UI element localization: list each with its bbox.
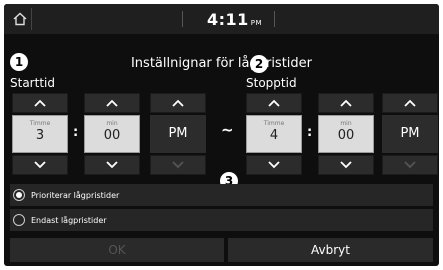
range-separator: ~ [221, 121, 234, 139]
clock-time: 4:11 [207, 10, 249, 29]
option-prioritize-low-price[interactable]: Prioriterar lågpristider [10, 184, 433, 206]
stop-minute-caption: min [340, 120, 352, 127]
start-hour-value: 3 [35, 128, 45, 143]
stop-period-down-button[interactable] [382, 155, 438, 175]
start-hour-field[interactable]: Timme 3 [12, 115, 68, 153]
stop-period-value[interactable]: PM [382, 115, 438, 153]
option-label: Endast lågpristider [31, 215, 107, 225]
start-minute-down-button[interactable] [84, 155, 140, 175]
ok-button[interactable]: OK [10, 238, 224, 262]
option-only-low-price[interactable]: Endast lågpristider [10, 209, 433, 231]
start-period-down-button[interactable] [150, 155, 206, 175]
status-divider [182, 11, 183, 27]
status-bar: 4:11 PM [4, 4, 439, 34]
chevron-up-icon [106, 99, 118, 107]
chevron-down-icon [340, 161, 352, 169]
chevron-up-icon [340, 99, 352, 107]
chevron-down-icon [172, 161, 184, 169]
home-icon [13, 12, 27, 26]
start-minute-caption: min [106, 120, 118, 127]
start-hour-down-button[interactable] [12, 155, 68, 175]
callout-1: 1 [10, 53, 28, 71]
stop-minute-field[interactable]: min 00 [318, 115, 374, 153]
start-minute-field[interactable]: min 00 [84, 115, 140, 153]
start-hour-caption: Timme [29, 120, 51, 127]
charging-time-screen: 4:11 PM Inställnignar för lågpristider 1 … [4, 4, 439, 266]
stop-time-colon: : [307, 125, 313, 140]
callout-2: 2 [250, 55, 268, 73]
stop-time-label: Stopptid [246, 76, 297, 90]
start-period-up-button[interactable] [150, 93, 206, 113]
chevron-down-icon [106, 161, 118, 169]
chevron-up-icon [268, 99, 280, 107]
stop-period-up-button[interactable] [382, 93, 438, 113]
clock-ampm: PM [250, 19, 263, 27]
start-minute-value: 00 [103, 128, 121, 143]
stop-minute-down-button[interactable] [318, 155, 374, 175]
cancel-button[interactable]: Avbryt [228, 238, 433, 262]
radio-selected-icon [13, 189, 25, 201]
stop-minute-up-button[interactable] [318, 93, 374, 113]
home-button[interactable] [8, 8, 32, 30]
chevron-up-icon [404, 99, 416, 107]
stop-hour-field[interactable]: Timme 4 [246, 115, 302, 153]
chevron-up-icon [172, 99, 184, 107]
stop-hour-caption: Timme [263, 120, 285, 127]
chevron-down-icon [404, 161, 416, 169]
start-time-colon: : [73, 125, 79, 140]
dialog-title: Inställnignar för lågpristider [130, 56, 313, 71]
clock: 4:11 PM [207, 10, 262, 29]
stop-hour-down-button[interactable] [246, 155, 302, 175]
start-period-value[interactable]: PM [150, 115, 206, 153]
chevron-down-icon [268, 161, 280, 169]
chevron-down-icon [34, 161, 46, 169]
stop-minute-value: 00 [337, 128, 355, 143]
chevron-up-icon [34, 99, 46, 107]
stop-hour-value: 4 [269, 128, 279, 143]
stop-hour-up-button[interactable] [246, 93, 302, 113]
option-label: Prioriterar lågpristider [31, 190, 120, 200]
radio-unselected-icon [13, 214, 25, 226]
start-minute-up-button[interactable] [84, 93, 140, 113]
start-hour-up-button[interactable] [12, 93, 68, 113]
start-time-label: Starttid [10, 76, 55, 90]
status-divider [274, 11, 275, 27]
